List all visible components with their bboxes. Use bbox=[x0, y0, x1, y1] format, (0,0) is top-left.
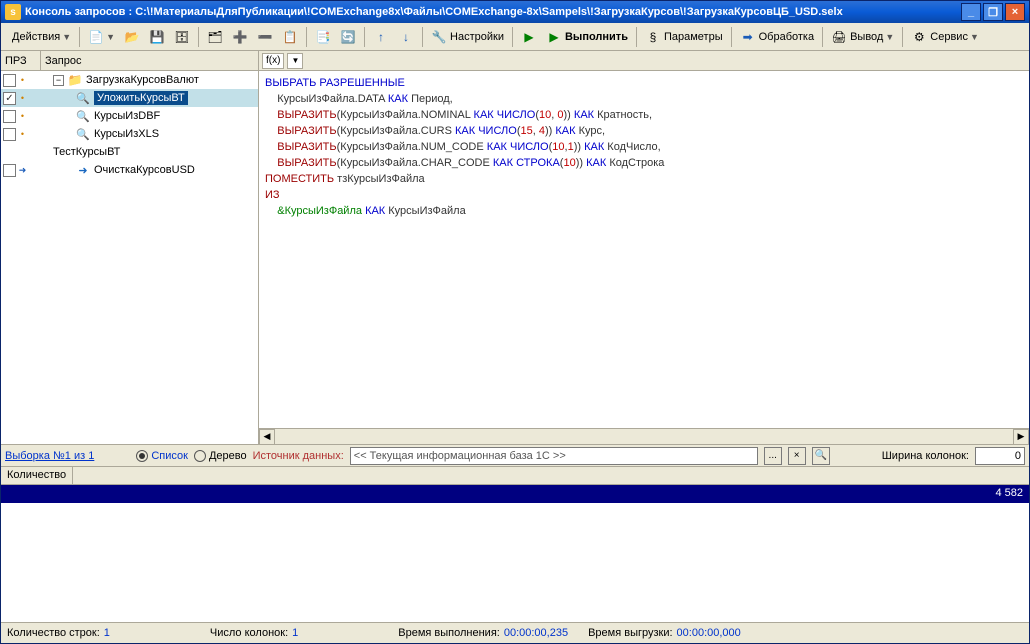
datasource-clear-button[interactable]: × bbox=[788, 447, 806, 465]
result-grid[interactable]: Количество 4 582 bbox=[1, 467, 1029, 623]
tree-btn2[interactable]: ➕ bbox=[228, 26, 252, 48]
maximize-button[interactable]: ❐ bbox=[983, 3, 1003, 21]
hscrollbar[interactable]: ◀ ▶ bbox=[259, 428, 1029, 444]
output-menu[interactable]: 🖨Вывод▼ bbox=[827, 26, 898, 48]
tree-item-label: ТестКурсыВТ bbox=[53, 146, 120, 158]
refresh-button[interactable]: 🔄 bbox=[336, 26, 360, 48]
scroll-left-icon[interactable]: ◀ bbox=[259, 429, 275, 445]
tree-btn3[interactable]: ➖ bbox=[253, 26, 277, 48]
tree-item-label: КурсыИзDBF bbox=[94, 110, 160, 122]
tree-item-label: КурсыИзXLS bbox=[94, 128, 159, 140]
datasource-lookup-button[interactable]: 🔍 bbox=[812, 447, 830, 465]
tree-checkbox[interactable] bbox=[3, 128, 16, 141]
query-icon: 🔍 bbox=[75, 127, 91, 141]
query-icon: 🔍 bbox=[75, 109, 91, 123]
tree-item-label: УложитьКурсыВТ bbox=[94, 91, 188, 105]
actions-menu[interactable]: Действия▼ bbox=[5, 26, 75, 48]
tree-header-col2: Запрос bbox=[41, 51, 258, 70]
folder-icon: 📁 bbox=[67, 73, 83, 87]
query-marker-icon: • bbox=[17, 111, 28, 122]
tree-toggle-icon[interactable]: − bbox=[53, 75, 64, 86]
tree-checkbox[interactable]: ✓ bbox=[3, 92, 16, 105]
down-button[interactable]: ↓ bbox=[394, 26, 418, 48]
tree-header-col1: ПРЗ bbox=[1, 51, 41, 70]
toolbar: Действия▼ 📄▼ 📂 💾 🗄 🗂 ➕ ➖ 📋 📑 🔄 ↑ ↓ 🔧Наст… bbox=[1, 23, 1029, 51]
selection-link[interactable]: Выборка №1 из 1 bbox=[5, 450, 94, 462]
fx-button[interactable]: f(x) bbox=[262, 53, 284, 69]
tree-btn1[interactable]: 🗂 bbox=[203, 26, 227, 48]
query-editor[interactable]: ВЫБРАТЬ РАЗРЕШЕННЫЕ КурсыИзФайла.DATA КА… bbox=[259, 71, 1029, 428]
datasource-label: Источник данных: bbox=[253, 450, 344, 462]
open-button[interactable]: 📂 bbox=[120, 26, 144, 48]
parameters-button[interactable]: §Параметры bbox=[641, 26, 727, 48]
status-bar: Количество строк:1 Число колонок:1 Время… bbox=[1, 623, 1029, 643]
query-tree[interactable]: •−📁ЗагрузкаКурсовВалют✓•🔍УложитьКурсыВТ•… bbox=[1, 71, 258, 444]
save-icon: 💾 bbox=[149, 29, 165, 45]
tree-item[interactable]: ➜➜ОчисткаКурсовUSD bbox=[1, 161, 258, 179]
copy-button[interactable]: 📑 bbox=[311, 26, 335, 48]
processing-button[interactable]: ➡Обработка bbox=[736, 26, 818, 48]
minimize-button[interactable]: _ bbox=[961, 3, 981, 21]
result-column-header[interactable]: Количество bbox=[1, 467, 73, 484]
code-dropdown[interactable]: ▼ bbox=[287, 53, 303, 69]
tree-item-label: ОчисткаКурсовUSD bbox=[94, 164, 195, 176]
view-list-radio[interactable]: Список bbox=[136, 450, 188, 462]
new-button[interactable]: 📄▼ bbox=[84, 26, 119, 48]
column-width-label: Ширина колонок: bbox=[882, 450, 969, 462]
service-menu[interactable]: ⚙Сервис▼ bbox=[907, 26, 983, 48]
save-button[interactable]: 💾 bbox=[145, 26, 169, 48]
query-marker-icon: • bbox=[17, 93, 28, 104]
tree-header: ПРЗ Запрос bbox=[1, 51, 258, 71]
tree-item[interactable]: • −📁ЗагрузкаКурсовВалют bbox=[1, 71, 258, 89]
tree-item[interactable]: ✓• 🔍УложитьКурсыВТ bbox=[1, 89, 258, 107]
process-arrow-icon: ➜ bbox=[17, 165, 28, 176]
close-button[interactable]: × bbox=[1005, 3, 1025, 21]
open-icon: 📂 bbox=[124, 29, 140, 45]
app-icon: s bbox=[5, 4, 21, 20]
execute-button[interactable]: ▶Выполнить bbox=[542, 26, 632, 48]
tree-item-label: ЗагрузкаКурсовВалют bbox=[86, 74, 199, 86]
result-controls-bar: Выборка №1 из 1 Список Дерево Источник д… bbox=[1, 445, 1029, 467]
view-tree-radio[interactable]: Дерево bbox=[194, 450, 247, 462]
new-icon: 📄 bbox=[88, 29, 104, 45]
query-marker-icon: • bbox=[17, 75, 28, 86]
tree-checkbox[interactable] bbox=[3, 110, 16, 123]
window-title: Консоль запросов : C:\!МатериалыДляПубли… bbox=[25, 6, 961, 18]
query-icon: 🔍 bbox=[75, 91, 91, 105]
saveall-button[interactable]: 🗄 bbox=[170, 26, 194, 48]
tree-btn4[interactable]: 📋 bbox=[278, 26, 302, 48]
query-marker-icon: • bbox=[17, 129, 28, 140]
column-width-input[interactable] bbox=[975, 447, 1025, 465]
saveall-icon: 🗄 bbox=[174, 29, 190, 45]
up-button[interactable]: ↑ bbox=[369, 26, 393, 48]
scroll-right-icon[interactable]: ▶ bbox=[1013, 429, 1029, 445]
tree-item[interactable]: • 🔍КурсыИзXLS bbox=[1, 125, 258, 143]
titlebar: s Консоль запросов : C:\!МатериалыДляПуб… bbox=[1, 1, 1029, 23]
tree-item[interactable]: ТестКурсыВТ bbox=[1, 143, 258, 161]
tree-checkbox[interactable] bbox=[3, 164, 16, 177]
tree-checkbox[interactable] bbox=[3, 74, 16, 87]
exec-small-button[interactable]: ▶ bbox=[517, 26, 541, 48]
datasource-input[interactable]: << Текущая информационная база 1С >> bbox=[350, 447, 758, 465]
result-cell: 4 582 bbox=[995, 487, 1023, 501]
datasource-ellipsis-button[interactable]: ... bbox=[764, 447, 782, 465]
arrow-right-icon: ➜ bbox=[75, 163, 91, 177]
tree-item[interactable]: • 🔍КурсыИзDBF bbox=[1, 107, 258, 125]
result-row[interactable]: 4 582 bbox=[1, 485, 1029, 503]
settings-button[interactable]: 🔧Настройки bbox=[427, 26, 508, 48]
